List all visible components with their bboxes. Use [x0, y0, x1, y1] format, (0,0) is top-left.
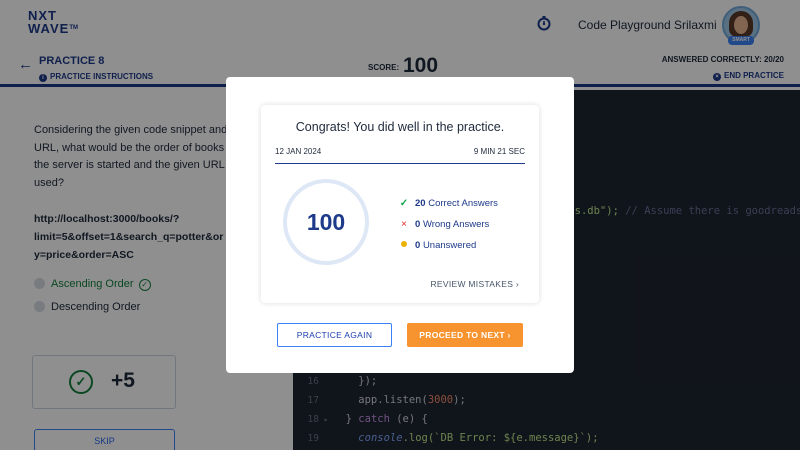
stat-wrong: × 0 Wrong Answers	[398, 218, 489, 232]
proceed-to-next-button[interactable]: PROCEED TO NEXT ›	[407, 323, 523, 347]
stat-count: 0	[415, 219, 421, 230]
result-date: 12 JAN 2024	[275, 147, 322, 156]
proceed-label: PROCEED TO NEXT	[419, 330, 505, 340]
result-modal: Congrats! You did well in the practice. …	[226, 77, 574, 373]
divider	[275, 163, 525, 164]
stat-count: 20	[415, 198, 426, 209]
result-card: Congrats! You did well in the practice. …	[261, 105, 539, 303]
stat-label: Wrong Answers	[422, 219, 490, 230]
stat-count: 0	[415, 240, 421, 251]
stat-label: Unanswered	[422, 240, 477, 251]
congrats-message: Congrats! You did well in the practice.	[295, 120, 505, 134]
dot-icon	[398, 239, 410, 253]
result-time: 9 MIN 21 SEC	[473, 147, 525, 156]
stat-label: Correct Answers	[428, 198, 498, 209]
chevron-right-icon: ›	[515, 279, 519, 289]
chevron-right-icon: ›	[507, 330, 511, 340]
practice-again-button[interactable]: PRACTICE AGAIN	[277, 323, 392, 347]
review-mistakes-label: REVIEW MISTAKES	[430, 279, 514, 289]
score-ring: 100	[283, 179, 369, 265]
check-icon: ✓	[399, 198, 409, 209]
score-ring-value: 100	[306, 209, 346, 235]
stat-correct: ✓ 20 Correct Answers	[398, 197, 498, 211]
review-mistakes-link[interactable]: REVIEW MISTAKES ›	[430, 279, 519, 289]
stat-unanswered: 0 Unanswered	[398, 239, 476, 253]
cross-icon: ×	[401, 219, 407, 230]
